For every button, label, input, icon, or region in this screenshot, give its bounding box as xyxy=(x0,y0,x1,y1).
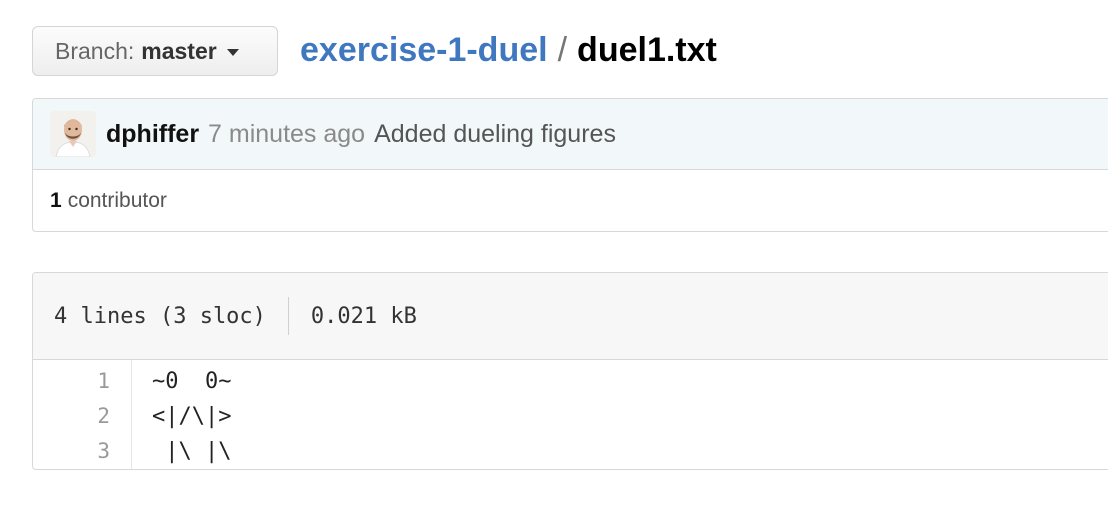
caret-down-icon xyxy=(226,48,239,56)
contributors-row: 1 contributor xyxy=(33,170,1108,231)
commit-message-link[interactable]: Added dueling figures xyxy=(374,120,616,149)
code-table: 1 2 3 ~0 0~ <|/\|> |\ |\ xyxy=(33,360,1108,469)
commit-info-box: dphiffer 7 minutes ago Added dueling fig… xyxy=(32,98,1108,232)
user-avatar[interactable] xyxy=(50,111,96,157)
code-lines: ~0 0~ <|/\|> |\ |\ xyxy=(132,360,232,469)
branch-prefix-label: Branch: xyxy=(55,37,135,64)
contributor-label: contributor xyxy=(67,189,167,212)
commit-timestamp: 7 minutes ago xyxy=(208,119,366,148)
code-line: ~0 0~ xyxy=(152,369,232,394)
breadcrumb: exercise-1-duel / duel1.txt xyxy=(300,28,717,72)
file-info-divider xyxy=(287,297,289,335)
file-size: 0.021 kB xyxy=(310,303,417,329)
line-number[interactable]: 3 xyxy=(33,434,131,469)
code-line: |\ |\ xyxy=(152,439,232,464)
breadcrumb-separator: / xyxy=(557,30,568,69)
commit-author-link[interactable]: dphiffer xyxy=(106,120,199,149)
branch-selector-button[interactable]: Branch: master xyxy=(32,26,278,76)
file-view-page: Branch: master exercise-1-duel / duel1.t… xyxy=(0,0,1108,514)
latest-commit-bar: dphiffer 7 minutes ago Added dueling fig… xyxy=(33,99,1108,170)
code-line: <|/\|> xyxy=(152,404,232,429)
line-number[interactable]: 1 xyxy=(33,364,131,399)
file-info-header: 4 lines (3 sloc) 0.021 kB xyxy=(33,273,1108,360)
file-content-box: 4 lines (3 sloc) 0.021 kB 1 2 3 ~0 0~ <|… xyxy=(32,272,1108,470)
line-number-gutter: 1 2 3 xyxy=(33,360,132,469)
branch-name-label: master xyxy=(141,37,217,64)
contributor-count: 1 xyxy=(50,189,62,212)
file-lines-info: 4 lines (3 sloc) xyxy=(54,303,266,329)
breadcrumb-repo-link[interactable]: exercise-1-duel xyxy=(300,31,548,70)
breadcrumb-file-name: duel1.txt xyxy=(577,30,717,69)
line-number[interactable]: 2 xyxy=(33,399,131,434)
